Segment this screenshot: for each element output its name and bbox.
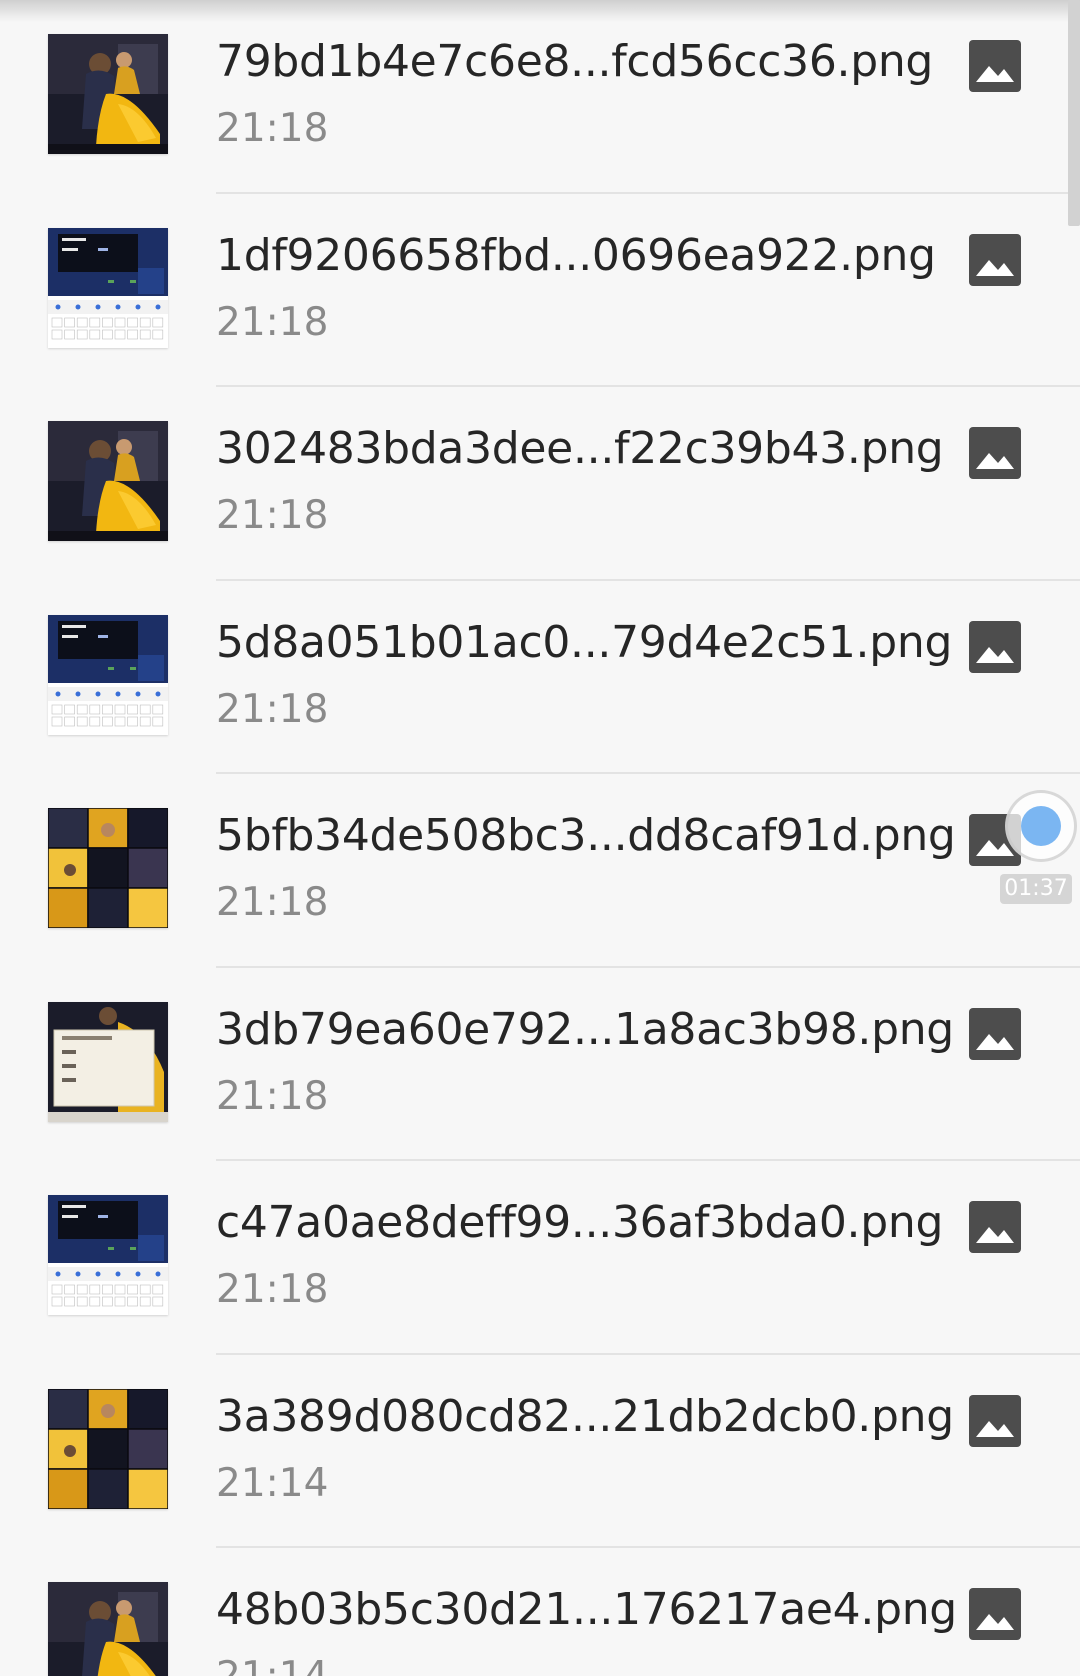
image-file-icon [967, 1006, 1023, 1062]
file-thumbnail [48, 808, 168, 928]
file-time: 21:18 [216, 493, 329, 538]
file-row[interactable]: 5bfb34de508bc3...dd8caf91d.png 21:18 [0, 774, 1080, 968]
top-shadow [0, 0, 1080, 22]
file-name: c47a0ae8deff99...36af3bda0.png [216, 1197, 944, 1248]
file-thumbnail [48, 614, 168, 735]
file-row[interactable]: 3a389d080cd82...21db2dcb0.png 21:14 [0, 1355, 1080, 1548]
file-time: 21:18 [216, 299, 329, 345]
file-row[interactable]: c47a0ae8deff99...36af3bda0.png 21:18 [0, 1161, 1080, 1355]
file-thumbnail [48, 1195, 168, 1315]
file-row[interactable]: 48b03b5c30d21...176217ae4.png 21:14 [0, 1548, 1080, 1676]
image-file-icon [967, 1199, 1023, 1255]
file-time: 21:18 [216, 106, 329, 151]
file-name: 3db79ea60e792...1a8ac3b98.png [216, 1003, 954, 1055]
recording-timer: 01:37 [1000, 874, 1072, 904]
file-name: 3a389d080cd82...21db2dcb0.png [216, 1390, 954, 1442]
file-list-screen: 79bd1b4e7c6e8...fcd56cc36.png 21:18 1df920… [0, 0, 1080, 1676]
image-file-icon [967, 1393, 1023, 1449]
image-file-icon [967, 425, 1023, 481]
file-thumbnail [48, 1001, 168, 1122]
record-indicator-icon [1021, 806, 1061, 846]
file-name: 5bfb34de508bc3...dd8caf91d.png [216, 810, 956, 861]
file-list: 79bd1b4e7c6e8...fcd56cc36.png 21:18 1df920… [0, 0, 1080, 1676]
file-time: 21:18 [216, 1267, 329, 1312]
file-thumbnail [48, 1388, 168, 1509]
file-time: 21:14 [216, 1460, 329, 1506]
file-name: 79bd1b4e7c6e8...fcd56cc36.png [216, 36, 934, 87]
file-thumbnail [48, 1582, 168, 1676]
file-time: 21:18 [216, 880, 329, 925]
file-thumbnail [48, 34, 168, 154]
file-name: 1df9206658fbd...0696ea922.png [216, 229, 936, 281]
file-time: 21:18 [216, 686, 329, 732]
file-row[interactable]: 302483bda3dee...f22c39b43.png 21:18 [0, 387, 1080, 581]
floating-recorder-button[interactable] [1005, 790, 1077, 862]
image-file-icon [967, 38, 1023, 94]
file-name: 48b03b5c30d21...176217ae4.png [216, 1584, 957, 1635]
image-file-icon [967, 619, 1023, 675]
file-time: 21:18 [216, 1073, 329, 1119]
file-row[interactable]: 5d8a051b01ac0...79d4e2c51.png 21:18 [0, 581, 1080, 774]
file-thumbnail [48, 227, 168, 348]
file-name: 302483bda3dee...f22c39b43.png [216, 423, 944, 474]
file-thumbnail [48, 421, 168, 541]
file-row[interactable]: 3db79ea60e792...1a8ac3b98.png 21:18 [0, 968, 1080, 1161]
image-file-icon [967, 1586, 1023, 1642]
file-name: 5d8a051b01ac0...79d4e2c51.png [216, 616, 953, 668]
file-time: 21:14 [216, 1654, 328, 1676]
scrollbar[interactable] [1068, 0, 1080, 226]
file-row[interactable]: 79bd1b4e7c6e8...fcd56cc36.png 21:18 [0, 0, 1080, 194]
image-file-icon [967, 232, 1023, 288]
file-row[interactable]: 1df9206658fbd...0696ea922.png 21:18 [0, 194, 1080, 387]
